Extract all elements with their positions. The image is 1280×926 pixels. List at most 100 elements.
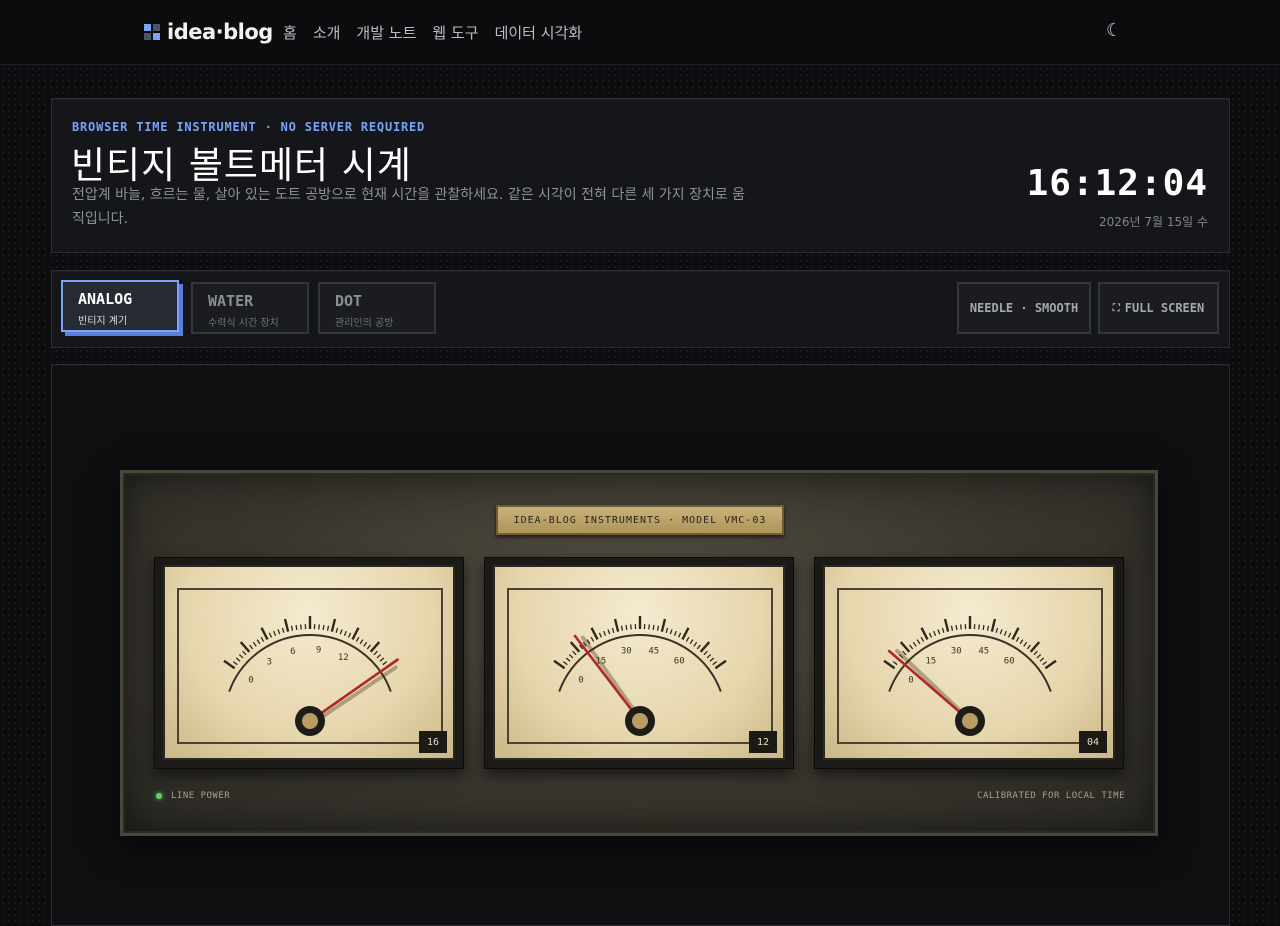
nav-item-data-viz[interactable]: 데이터 시각화 <box>495 22 583 43</box>
scale-tick <box>291 626 292 631</box>
scale-tick <box>377 655 381 658</box>
needle-hub-cap <box>962 713 978 729</box>
scale-tick <box>934 631 936 636</box>
site-logo[interactable]: idea·blog <box>144 20 273 44</box>
seconds-readout: 04 <box>1079 731 1107 753</box>
scale-tick <box>257 640 260 644</box>
meter-dial: 015304560 <box>825 567 1117 762</box>
fullscreen-button[interactable]: ⛶ FULL SCREEN <box>1098 282 1219 334</box>
nav-item-home[interactable]: 홈 <box>283 22 297 43</box>
scale-tick <box>566 658 570 661</box>
hours-readout: 16 <box>419 731 447 753</box>
scale-label: 30 <box>951 646 962 656</box>
scale-tick <box>662 619 665 632</box>
scale-tick <box>323 625 324 630</box>
scale-tick <box>383 662 387 665</box>
scale-tick <box>686 637 689 641</box>
scale-tick <box>253 642 256 646</box>
mode-sublabel: 빈티지 계기 <box>78 312 127 327</box>
power-led-icon <box>156 793 162 799</box>
expand-icon: ⛶ <box>1113 303 1120 314</box>
scale-tick <box>929 633 931 638</box>
scale-tick <box>274 631 276 636</box>
scale-label: 6 <box>290 647 295 657</box>
scale-tick <box>569 655 573 658</box>
needle-smooth-button[interactable]: NEEDLE · SMOOTH <box>957 282 1091 334</box>
moon-icon[interactable]: ☾ <box>1106 20 1122 41</box>
scale-tick <box>1045 661 1056 668</box>
scale-tick <box>938 629 940 634</box>
scale-label: 15 <box>925 657 936 667</box>
scale-tick <box>901 642 910 652</box>
scale-tick <box>1020 640 1023 644</box>
scale-tick <box>1000 629 1002 634</box>
scale-tick <box>893 662 897 665</box>
scale-tick <box>239 655 243 658</box>
scale-label: 0 <box>578 676 583 686</box>
power-status-label: LINE POWER <box>171 791 230 801</box>
scale-tick <box>250 645 253 649</box>
scale-tick <box>328 626 329 631</box>
scale-tick <box>278 629 280 634</box>
scale-label: 3 <box>267 658 272 668</box>
mode-sublabel: 관리인의 공방 <box>335 314 393 329</box>
scale-tick <box>233 662 237 665</box>
mode-button-dot[interactable]: DOT 관리인의 공방 <box>318 282 436 334</box>
scale-tick <box>653 625 654 630</box>
power-status: LINE POWER <box>156 791 230 801</box>
scale-tick <box>996 628 997 633</box>
mode-button-analog[interactable]: ANALOG 빈티지 계기 <box>61 280 179 332</box>
scale-label: 45 <box>648 646 659 656</box>
top-navigation: idea·blog 홈 소개 개발 노트 웹 도구 데이터 시각화 ☾ <box>0 0 1280 65</box>
scale-tick <box>571 642 580 652</box>
scale-tick <box>713 662 717 665</box>
scale-tick <box>340 629 342 634</box>
scale-label: 0 <box>248 676 253 686</box>
scale-tick <box>224 661 235 668</box>
scale-tick <box>983 625 984 630</box>
hero-panel: BROWSER TIME INSTRUMENT · NO SERVER REQU… <box>51 98 1230 253</box>
calibration-note: CALIBRATED FOR LOCAL TIME <box>977 791 1125 801</box>
scale-tick <box>670 629 672 634</box>
scale-tick <box>282 628 283 633</box>
fullscreen-label: FULL SCREEN <box>1125 301 1204 315</box>
meter-dial: 015304560 <box>495 567 787 762</box>
scale-tick <box>296 625 297 630</box>
scale-tick <box>367 645 370 649</box>
scale-tick <box>599 633 601 638</box>
scale-tick <box>922 628 928 640</box>
scale-tick <box>241 642 250 652</box>
scale-tick <box>942 628 943 633</box>
scale-tick <box>554 661 565 668</box>
scale-tick <box>913 642 916 646</box>
scale-tick <box>332 619 335 632</box>
nav-item-about[interactable]: 소개 <box>313 22 341 43</box>
scale-tick <box>921 637 924 641</box>
scale-label: 0 <box>908 676 913 686</box>
scale-tick <box>1031 642 1040 652</box>
scale-tick <box>1009 633 1011 638</box>
mode-sublabel: 수력식 시간 장치 <box>208 314 279 329</box>
hero-description: 전압계 바늘, 흐르는 물, 살아 있는 도트 공방으로 현재 시간을 관찰하세… <box>72 183 752 231</box>
scale-label: 30 <box>621 646 632 656</box>
minutes-meter: 015304560 12 <box>484 557 794 769</box>
scale-tick <box>674 631 676 636</box>
nav-item-dev-notes[interactable]: 개발 노트 <box>356 22 416 43</box>
scale-tick <box>261 637 264 641</box>
scale-tick <box>1034 651 1037 655</box>
mode-label: WATER <box>208 292 253 310</box>
scale-tick <box>707 655 711 658</box>
scale-tick <box>694 642 697 646</box>
mode-controls: ANALOG 빈티지 계기 WATER 수력식 시간 장치 DOT 관리인의 공… <box>51 270 1230 348</box>
page-title: 빈티지 볼트메터 시계 <box>71 135 412 189</box>
mode-label: DOT <box>335 292 362 310</box>
scale-tick <box>992 619 995 632</box>
minutes-readout: 12 <box>749 731 777 753</box>
mode-button-water[interactable]: WATER 수력식 시간 장치 <box>191 282 309 334</box>
scale-tick <box>573 651 576 655</box>
scale-tick <box>621 626 622 631</box>
scale-tick <box>710 658 714 661</box>
nav-item-web-tools[interactable]: 웹 도구 <box>432 22 478 43</box>
digital-clock: 16:12:04 <box>1027 163 1208 204</box>
scale-label: 60 <box>1004 657 1015 667</box>
